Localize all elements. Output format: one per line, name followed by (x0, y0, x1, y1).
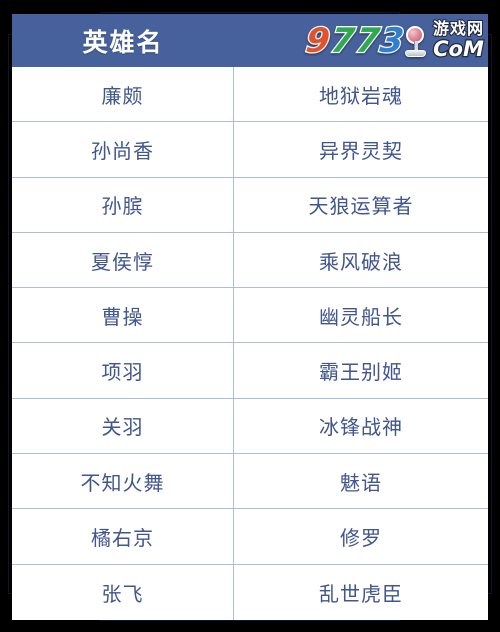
cell-skin-name: 地狱岩魂 (319, 85, 403, 108)
joystick-stick-icon (413, 41, 418, 51)
frame-top-line (100, 12, 400, 13)
watermark-chinese-text: 游戏网 (432, 21, 484, 39)
cell-hero-name: 项羽 (12, 343, 234, 398)
table-row: 孙尚香 异界灵契 (12, 122, 488, 178)
table-row: 廉颇 地狱岩魂 (12, 67, 488, 123)
frame-bottom-line (100, 620, 400, 621)
cell-hero-name: 张飞 (12, 564, 234, 620)
cell-hero-name: 孙尚香 (12, 122, 234, 177)
cell-skin-name: 修罗 (340, 528, 382, 551)
joystick-base-icon (404, 50, 426, 57)
table-row: 曹操 幽灵船长 (12, 288, 488, 344)
cell-hero-name: 孙膑 (12, 177, 234, 232)
cell-skin-name: 冰锋战神 (319, 417, 403, 440)
watermark-digit-3: 7 (352, 20, 382, 63)
watermark-digit-2: 7 (328, 20, 358, 63)
table-row: 孙膑 天狼运算者 (12, 177, 488, 233)
joystick-ball-icon (405, 26, 424, 44)
hero-skin-table-card: 英雄名 9 7 7 3 游戏网 CoM 廉颇 地狱岩魂 孙尚香 异界灵契 孙膑 … (12, 14, 488, 620)
frame-right-line (491, 34, 492, 594)
column-header-hero-name: 英雄名 (82, 28, 164, 57)
cell-hero-name: 夏侯惇 (12, 232, 234, 288)
table-header-row: 英雄名 9 7 7 3 游戏网 CoM (12, 14, 488, 67)
watermark-text-block: 游戏网 CoM (432, 21, 485, 61)
joystick-icon (403, 24, 429, 58)
watermark-digit-1: 9 (303, 20, 333, 63)
watermark-domain-text: CoM (432, 37, 485, 61)
cell-skin-name: 魅语 (340, 472, 382, 495)
cell-hero-name: 橘右京 (12, 509, 234, 564)
cell-hero-name: 曹操 (12, 288, 234, 343)
watermark-digit-4: 3 (377, 20, 407, 63)
watermark-logo: 9 7 7 3 游戏网 CoM (303, 15, 485, 67)
table-row: 项羽 霸王别姬 (12, 343, 488, 399)
cell-skin-name: 幽灵船长 (319, 306, 403, 329)
table-row: 夏侯惇 乘风破浪 (12, 232, 488, 289)
cell-hero-name: 廉颇 (12, 67, 234, 122)
table-row: 关羽 冰锋战神 (12, 398, 488, 455)
table-row: 张飞 乱世虎臣 (12, 564, 488, 620)
screenshot-root: 英雄名 9 7 7 3 游戏网 CoM 廉颇 地狱岩魂 孙尚香 异界灵契 孙膑 … (0, 0, 500, 632)
cell-hero-name: 关羽 (12, 398, 234, 454)
cell-hero-name: 不知火舞 (12, 454, 234, 509)
cell-skin-name: 异界灵契 (319, 140, 403, 163)
cell-skin-name: 霸王别姬 (319, 362, 403, 385)
cell-skin-name: 天狼运算者 (308, 196, 414, 219)
cell-skin-name: 乘风破浪 (319, 251, 403, 274)
cell-skin-name: 乱世虎臣 (319, 583, 403, 606)
table-body: 廉颇 地狱岩魂 孙尚香 异界灵契 孙膑 天狼运算者 夏侯惇 乘风破浪 曹操 幽灵… (12, 67, 488, 620)
table-row: 橘右京 修罗 (12, 509, 488, 565)
frame-left-line (8, 34, 9, 594)
table-row: 不知火舞 魅语 (12, 454, 488, 510)
